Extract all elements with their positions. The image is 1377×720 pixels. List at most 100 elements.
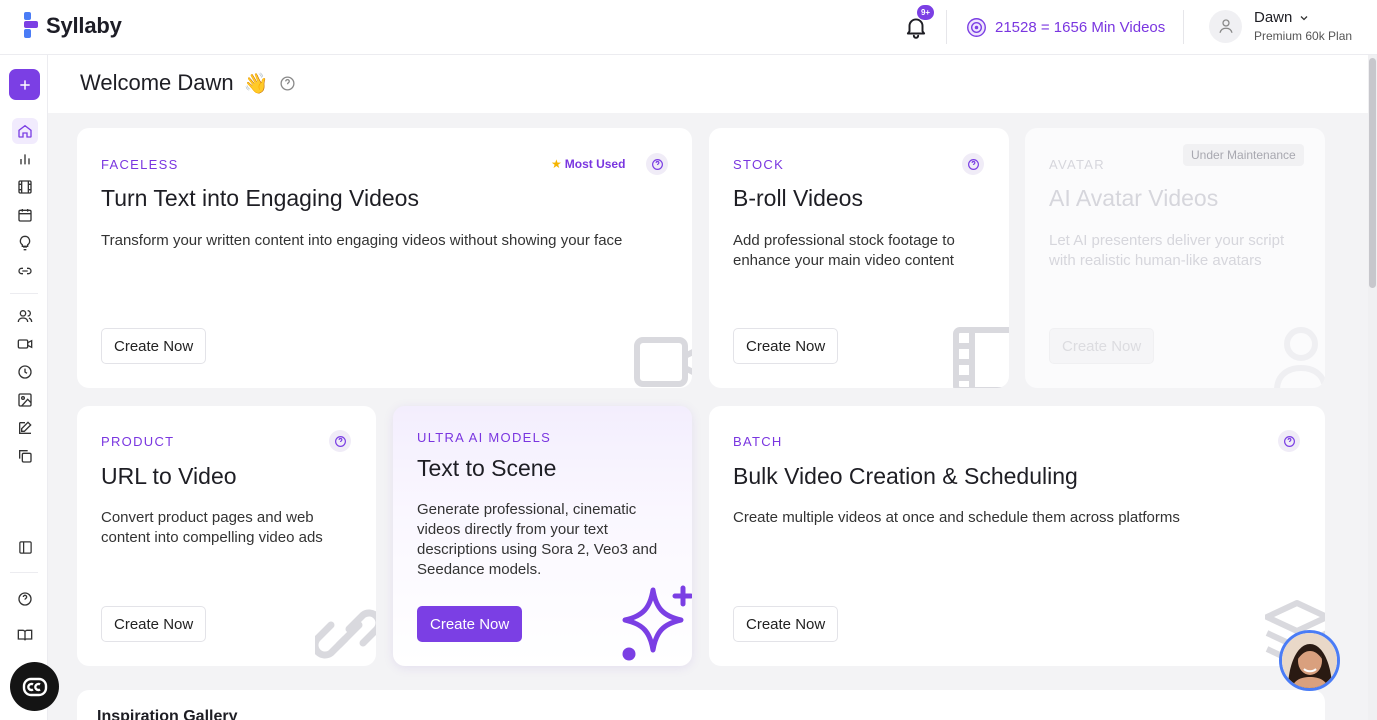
wave-emoji: 👋 <box>243 72 269 95</box>
link-icon <box>315 609 376 659</box>
help-button[interactable] <box>646 153 668 175</box>
chevron-down-icon <box>1300 15 1308 20</box>
card-tag: PRODUCT <box>101 434 175 449</box>
sidebar-item-templates[interactable] <box>14 445 36 467</box>
film-icon <box>953 327 1009 388</box>
badge-label: Most Used <box>564 157 626 171</box>
sidebar-item-home[interactable] <box>12 118 38 144</box>
card-batch[interactable]: BATCH Bulk Video Creation & Scheduling C… <box>709 406 1325 666</box>
card-description: Let AI presenters deliver your script wi… <box>1049 232 1285 269</box>
create-now-button[interactable]: Create Now <box>733 328 839 364</box>
assistant-avatar[interactable] <box>1279 630 1340 691</box>
page-title: Welcome Dawn 👋 <box>80 70 296 96</box>
help-circle-icon[interactable] <box>279 75 296 92</box>
card-title: Turn Text into Engaging Videos <box>101 185 419 211</box>
sidebar <box>0 55 48 720</box>
card-description: Convert product pages and web content in… <box>101 509 323 546</box>
card-title: Bulk Video Creation & Scheduling <box>733 463 1078 489</box>
help-circle-icon <box>334 435 346 447</box>
sidebar-collapse[interactable] <box>14 536 36 558</box>
user-name-row: Dawn <box>1254 9 1352 26</box>
sidebar-item-avatars[interactable] <box>14 305 36 327</box>
card-title: URL to Video <box>101 463 237 489</box>
sidebar-item-videos[interactable] <box>14 176 36 198</box>
sidebar-item-help[interactable] <box>14 588 36 610</box>
user-icon <box>1218 19 1233 33</box>
user-menu[interactable]: Dawn Premium 60k Plan <box>1209 9 1352 43</box>
users-icon <box>17 310 33 323</box>
star-icon: ★ <box>551 157 562 171</box>
new-button[interactable] <box>9 69 40 100</box>
section-title: Inspiration Gallery <box>97 708 238 720</box>
image-icon <box>18 393 32 407</box>
sparkles-icon <box>622 585 692 661</box>
create-now-button[interactable]: Create Now <box>101 606 207 642</box>
help-circle-icon <box>967 158 979 170</box>
card-tag: AVATAR <box>1049 157 1105 172</box>
coin-icon <box>967 18 986 37</box>
card-tag: BATCH <box>733 434 783 449</box>
card-tag: STOCK <box>733 157 785 172</box>
divider <box>10 572 38 573</box>
help-circle-icon <box>18 592 32 606</box>
card-title: AI Avatar Videos <box>1049 185 1219 211</box>
link-icon <box>18 267 32 275</box>
divider <box>946 10 947 44</box>
create-now-button[interactable]: Create Now <box>101 328 207 364</box>
captions-button[interactable] <box>10 662 59 711</box>
film-icon <box>18 180 32 194</box>
bar-chart-icon <box>20 154 30 165</box>
cc-icon <box>22 677 47 696</box>
logo-icon <box>24 12 38 38</box>
card-tag: FACELESS <box>101 157 179 172</box>
card-avatar: AVATAR Under Maintenance AI Avatar Video… <box>1025 128 1325 388</box>
divider <box>10 293 38 294</box>
card-tag: ULTRA AI MODELS <box>417 430 552 445</box>
user-name: Dawn <box>1254 9 1293 26</box>
sidebar-toggle-icon <box>18 540 32 554</box>
welcome-bar: Welcome Dawn 👋 <box>48 55 1368 113</box>
welcome-text: Welcome Dawn <box>80 70 234 95</box>
sidebar-item-ideas[interactable] <box>14 232 36 254</box>
logo[interactable]: Syllaby <box>22 12 122 40</box>
brand-name: Syllaby <box>46 13 122 38</box>
help-button[interactable] <box>329 430 351 452</box>
card-stock[interactable]: STOCK B-roll Videos Add professional sto… <box>709 128 1009 388</box>
home-icon <box>18 124 32 138</box>
sidebar-item-recorder[interactable] <box>14 333 36 355</box>
sidebar-item-guides[interactable] <box>14 624 36 646</box>
help-button[interactable] <box>962 153 984 175</box>
scrollbar-thumb[interactable] <box>1369 58 1376 288</box>
card-title: Text to Scene <box>417 455 557 481</box>
sidebar-item-images[interactable] <box>14 389 36 411</box>
card-description: Generate professional, cinematic videos … <box>417 501 658 578</box>
sidebar-item-links[interactable] <box>14 260 36 282</box>
create-now-button[interactable]: Create Now <box>733 606 839 642</box>
video-camera-icon <box>634 337 692 387</box>
edit-icon <box>19 421 32 434</box>
card-title: B-roll Videos <box>733 185 863 211</box>
help-button[interactable] <box>1278 430 1300 452</box>
sidebar-item-history[interactable] <box>14 361 36 383</box>
assistant-face-icon <box>1282 633 1337 688</box>
top-bar: Syllaby 9+ 21528 = 1656 Min Videos Dawn <box>0 0 1377 55</box>
credits-display[interactable]: 21528 = 1656 Min Videos <box>966 17 1165 38</box>
create-now-button[interactable]: Create Now <box>417 606 523 642</box>
help-circle-icon <box>1283 435 1295 447</box>
card-description: Transform your written content into enga… <box>101 232 623 249</box>
help-circle-icon <box>651 158 663 170</box>
maintenance-badge: Under Maintenance <box>1183 144 1304 166</box>
sidebar-item-analytics[interactable] <box>14 148 36 170</box>
notification-badge: 9+ <box>917 5 934 20</box>
card-product[interactable]: PRODUCT URL to Video Convert product pag… <box>77 406 376 666</box>
copy-icon <box>19 450 32 463</box>
book-icon <box>17 629 33 641</box>
inspiration-gallery: Inspiration Gallery <box>77 690 1325 720</box>
sidebar-item-calendar[interactable] <box>14 204 36 226</box>
clock-icon <box>18 365 32 379</box>
user-icon <box>1274 327 1325 388</box>
card-text-to-scene[interactable]: ULTRA AI MODELS Text to Scene Generate p… <box>393 406 692 666</box>
plus-icon <box>19 79 30 90</box>
card-faceless[interactable]: FACELESS ★ Most Used Turn Text into Enga… <box>77 128 692 388</box>
sidebar-item-editor[interactable] <box>14 417 36 439</box>
